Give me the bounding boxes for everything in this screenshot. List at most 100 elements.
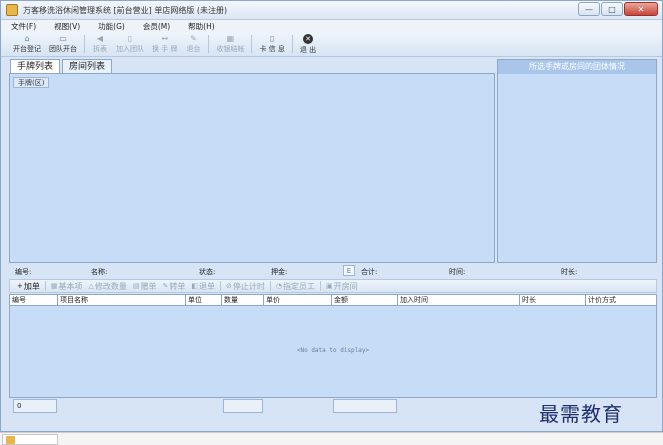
number-label: 编号:	[15, 268, 32, 276]
menu-function[interactable]: 功能(G)	[98, 21, 125, 32]
modify-quantity-icon: △	[88, 282, 94, 290]
return-table-button[interactable]: ✎ 退台	[181, 33, 205, 54]
open-table-button[interactable]: ⌂ 开台登记	[9, 33, 45, 54]
window-controls: — □ ✕	[578, 2, 658, 16]
open-room-icon: ▣	[326, 282, 333, 290]
toolbar-separator	[291, 35, 293, 53]
group-open-icon: ▭	[59, 34, 67, 43]
card-info-label: 卡 信 息	[259, 45, 285, 53]
basic-item-button[interactable]: ▦ 基本项	[48, 281, 86, 292]
open-table-label: 开台登记	[13, 45, 41, 53]
swap-tag-button[interactable]: ↔ 换 手 牌	[148, 33, 181, 54]
maximize-button[interactable]: □	[601, 2, 623, 16]
deposit-label: 押金:	[271, 268, 288, 276]
return-order-button[interactable]: ◧ 退单	[188, 281, 218, 292]
stop-timing-label: 停止计时	[232, 281, 265, 291]
exit-button[interactable]: ✕ 退 出	[296, 33, 320, 55]
minimize-button[interactable]: —	[578, 2, 600, 16]
tab-tag-list[interactable]: 手牌列表	[10, 59, 61, 73]
footer-count: 0	[13, 399, 57, 413]
action-separator	[320, 281, 321, 291]
join-group-icon: ▯	[127, 34, 133, 43]
open-table-icon: ⌂	[24, 34, 30, 43]
assign-staff-label: 指定员工	[283, 281, 315, 291]
assign-staff-button[interactable]: ◔ 指定员工	[273, 281, 318, 292]
column-header-item-name[interactable]: 项目名称	[58, 295, 186, 306]
gift-order-button[interactable]: ▤ 赠单	[130, 281, 160, 292]
state-label: 状态:	[199, 268, 216, 276]
list-tabs: 手牌列表 房间列表	[10, 59, 113, 73]
open-room-label: 开房间	[333, 281, 358, 291]
add-order-label: 加单	[23, 281, 40, 291]
order-grid-header: 编号 项目名称 单位 数量 单价 金额 加入时间 时长 计价方式	[10, 295, 656, 306]
stop-timing-button[interactable]: ⊘ 停止计时	[223, 281, 268, 292]
add-icon: +	[17, 282, 23, 290]
swap-tag-icon: ↔	[161, 34, 169, 43]
group-info-pane: 所选手牌或房间的团体情况	[497, 59, 657, 263]
toolbar-separator	[251, 35, 253, 53]
card-info-icon: ▯	[269, 34, 275, 43]
selection-info-line: 编号: 名称: 状态: 押金: E 合计: 时间: 时长:	[1, 265, 662, 278]
return-order-icon: ◧	[191, 282, 199, 290]
name-label: 名称:	[91, 268, 108, 276]
footer-amount-sum	[333, 399, 397, 413]
tag-group-chip[interactable]: 手牌(区)	[13, 77, 50, 88]
app-icon	[6, 4, 18, 16]
column-header-added-time[interactable]: 加入时间	[398, 295, 520, 306]
card-info-button[interactable]: ▯ 卡 信 息	[255, 33, 288, 54]
info-mini-button[interactable]: E	[343, 265, 355, 276]
menu-help[interactable]: 帮助(H)	[188, 21, 215, 32]
column-header-quantity[interactable]: 数量	[222, 295, 264, 306]
group-info-header: 所选手牌或房间的团体情况	[498, 60, 656, 74]
menu-file[interactable]: 文件(F)	[11, 21, 36, 32]
column-header-number[interactable]: 编号	[10, 295, 58, 306]
modify-quantity-button[interactable]: △ 修改数量	[86, 281, 130, 292]
group-open-label: 团队开台	[49, 45, 77, 53]
exit-icon: ✕	[303, 34, 314, 44]
menu-view[interactable]: 视图(V)	[54, 21, 80, 32]
order-action-bar: + 加单 ▦ 基本项 △ 修改数量 ▤ 赠单 ✎ 转单 ◧ 退单 ⊘ 停止计时	[9, 279, 657, 293]
assign-staff-icon: ◔	[275, 282, 282, 290]
checkout-button[interactable]: ▦ 收银结帐	[212, 33, 248, 54]
transfer-order-icon: ✎	[162, 282, 169, 290]
title-bar: 万客移洗浴休闲管理系统 [前台营业] 单店网络版 (未注册) — □ ✕	[1, 1, 662, 20]
column-header-unit-price[interactable]: 单价	[264, 295, 332, 306]
column-header-unit[interactable]: 单位	[186, 295, 222, 306]
taskbar-app-icon	[6, 436, 15, 444]
stop-timing-icon: ⊘	[226, 282, 232, 290]
taskbar-app-button[interactable]	[2, 434, 58, 445]
total-label: 合计:	[361, 268, 378, 276]
window-title: 万客移洗浴休闲管理系统 [前台营业] 单店网络版 (未注册)	[23, 6, 228, 15]
checkout-icon: ▦	[226, 34, 235, 43]
tag-list-pane: 手牌(区)	[9, 73, 495, 263]
transfer-order-button[interactable]: ✎ 转单	[160, 281, 189, 292]
action-separator	[269, 281, 271, 291]
footer-quantity-sum	[223, 399, 263, 413]
group-open-button[interactable]: ▭ 团队开台	[45, 33, 81, 54]
basic-item-icon: ▦	[50, 282, 58, 290]
toolbar-separator	[84, 35, 85, 53]
checkout-label: 收银结帐	[216, 45, 245, 53]
toolbar: ⌂ 开台登记 ▭ 团队开台 ◀ 拆表 ▯ 加入团队 ↔ 换 手 牌 ✎ 退台 ▦…	[1, 33, 662, 57]
toolbar-separator	[208, 35, 210, 53]
action-separator	[44, 281, 46, 291]
join-group-label: 加入团队	[116, 45, 144, 53]
modify-quantity-label: 修改数量	[94, 281, 127, 291]
action-separator	[220, 281, 222, 291]
menu-member[interactable]: 会员(M)	[143, 21, 170, 32]
add-order-button[interactable]: + 加单	[14, 281, 43, 292]
tab-room-list[interactable]: 房间列表	[62, 59, 113, 73]
gift-order-label: 赠单	[140, 281, 157, 291]
grid-empty-message: <No data to display>	[296, 347, 370, 354]
column-header-amount[interactable]: 金额	[332, 295, 398, 306]
exit-label: 退 出	[299, 46, 317, 54]
join-group-button[interactable]: ▯ 加入团队	[112, 33, 148, 54]
split-button[interactable]: ◀ 拆表	[88, 33, 112, 54]
watermark-text: 最需教育	[539, 402, 623, 426]
column-header-pricing-method[interactable]: 计价方式	[586, 295, 656, 306]
column-header-duration[interactable]: 时长	[520, 295, 586, 306]
split-label: 拆表	[93, 45, 107, 53]
open-room-button[interactable]: ▣ 开房间	[323, 281, 361, 292]
close-button[interactable]: ✕	[624, 2, 658, 16]
return-table-icon: ✎	[190, 34, 197, 43]
